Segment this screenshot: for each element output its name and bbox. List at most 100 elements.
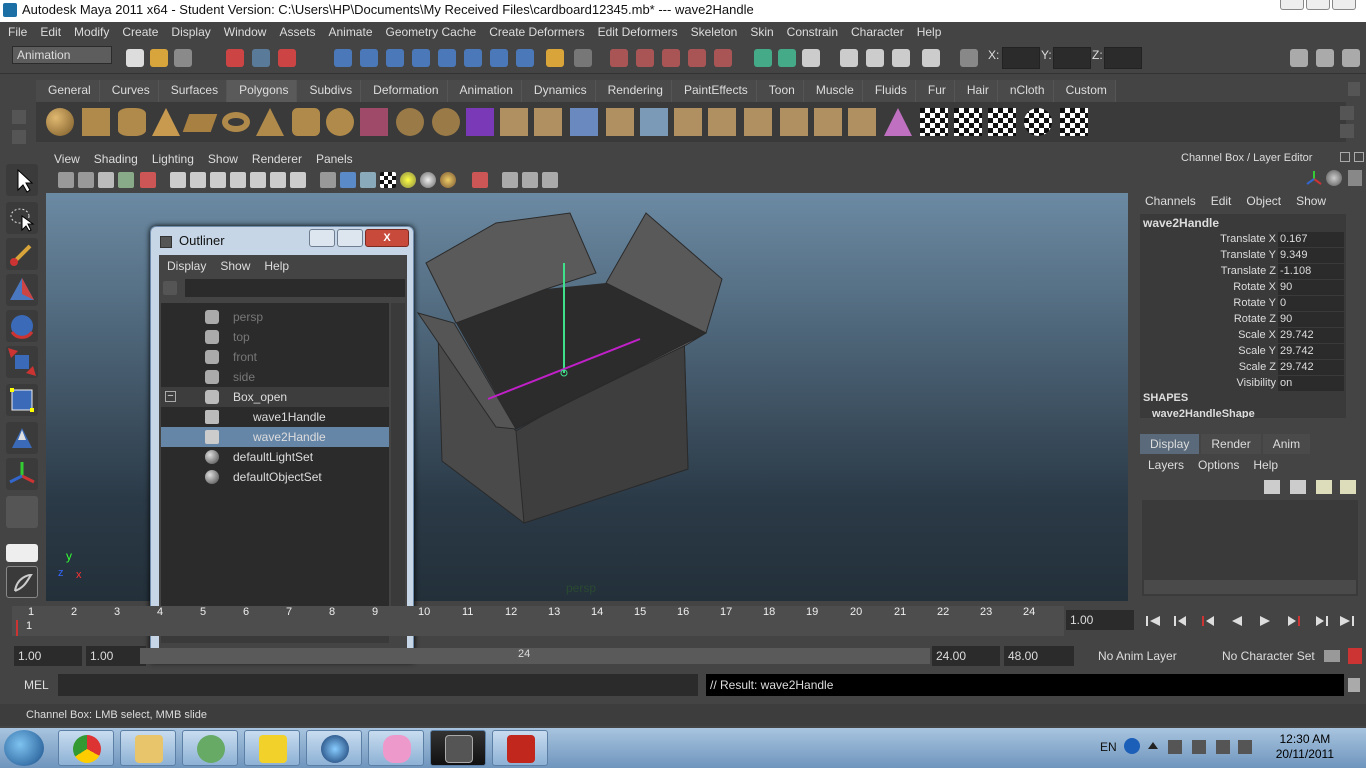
rotate-tool-icon[interactable] — [6, 310, 38, 342]
shelf-tab-muscle[interactable]: Muscle — [803, 80, 863, 102]
taskbar-chrome[interactable] — [58, 730, 114, 766]
taskbar-app-bird[interactable] — [244, 730, 300, 766]
attribute-editor-toggle-icon[interactable] — [1290, 49, 1308, 67]
smooth-icon[interactable] — [432, 108, 460, 136]
soft-modification-tool-icon[interactable] — [6, 422, 38, 454]
use-all-lights-icon[interactable] — [400, 172, 416, 188]
mask-misc-icon[interactable] — [516, 49, 534, 67]
new-scene-icon[interactable] — [126, 49, 144, 67]
taskbar-maya[interactable] — [430, 730, 486, 766]
channel-speed-icon[interactable] — [1326, 170, 1342, 186]
animation-preferences-icon[interactable] — [1348, 648, 1362, 664]
universal-manipulator-icon[interactable] — [6, 384, 38, 416]
bevel-icon[interactable] — [640, 108, 668, 136]
poly-sphere-icon[interactable] — [46, 108, 74, 136]
last-tool-used-icon[interactable] — [6, 496, 38, 528]
select-hierarchy-icon[interactable] — [226, 49, 244, 67]
render-view-icon[interactable] — [802, 49, 820, 67]
wireframe-on-shaded-icon[interactable] — [360, 172, 376, 188]
shelf-editor-icon[interactable] — [12, 130, 26, 144]
snap-view-plane-icon[interactable] — [688, 49, 706, 67]
input-field-mode-icon[interactable] — [960, 49, 978, 67]
layer-list-scrollbar[interactable] — [1144, 580, 1356, 594]
textured-icon[interactable] — [380, 172, 396, 188]
2d-pan-zoom-icon[interactable] — [140, 172, 156, 188]
outliner-item-defaultlightset[interactable]: defaultLightSet — [161, 447, 389, 467]
poly-pipe-icon[interactable] — [292, 108, 320, 136]
snap-grid-icon[interactable] — [610, 49, 628, 67]
outliner-item-top[interactable]: top — [161, 327, 389, 347]
menu-constrain[interactable]: Constrain — [787, 25, 838, 39]
hardware-texturing-icon[interactable] — [440, 172, 456, 188]
layer-menu-layers[interactable]: Layers — [1148, 458, 1184, 472]
shelf-tab-toon[interactable]: Toon — [756, 80, 804, 102]
panel-menu-show[interactable]: Show — [208, 152, 238, 166]
channel-row[interactable]: Translate Y 9.349 — [1140, 248, 1344, 264]
outliner-minimize-button[interactable] — [309, 229, 335, 247]
shelf-tab-custom[interactable]: Custom — [1053, 80, 1116, 102]
gate-mask-icon[interactable] — [230, 172, 246, 188]
channel-row[interactable]: Translate Z -1.108 — [1140, 264, 1344, 280]
help-tray-icon[interactable] — [1124, 738, 1140, 754]
shelf-tab-ncloth[interactable]: nCloth — [997, 80, 1054, 102]
taskbar-itunes[interactable] — [306, 730, 362, 766]
poly-torus-icon[interactable] — [222, 112, 250, 132]
step-back-frame-icon[interactable] — [1200, 614, 1218, 628]
select-camera-icon[interactable] — [58, 172, 74, 188]
shelf-tab-menu-icon[interactable] — [12, 110, 26, 124]
taskbar-messenger[interactable] — [182, 730, 238, 766]
layer-tab-render[interactable]: Render — [1201, 434, 1261, 454]
mirror-geometry-icon[interactable] — [466, 108, 494, 136]
resolution-gate-icon[interactable] — [210, 172, 226, 188]
channel-hyper-icon[interactable] — [1348, 170, 1362, 186]
go-to-end-icon[interactable] — [1338, 614, 1356, 628]
outliner-item-box-open[interactable]: − Box_open — [161, 387, 389, 407]
new-layer-selected-icon[interactable] — [1340, 480, 1356, 494]
poly-cube-icon[interactable] — [82, 108, 110, 136]
outliner-item-side[interactable]: side — [161, 367, 389, 387]
move-layer-up-icon[interactable] — [1264, 480, 1280, 494]
shape-node-name[interactable]: wave2HandleShape — [1152, 408, 1255, 418]
start-button[interactable] — [4, 730, 44, 766]
extrude-icon[interactable] — [500, 108, 528, 136]
auto-key-icon[interactable] — [1324, 650, 1340, 662]
show-hidden-icons-icon[interactable] — [1148, 742, 1158, 749]
separate-icon[interactable] — [396, 108, 424, 136]
menu-create[interactable]: Create — [122, 25, 158, 39]
channel-box-manip-icon[interactable] — [1306, 170, 1322, 186]
go-to-start-icon[interactable] — [1144, 614, 1162, 628]
channel-box-menu-show[interactable]: Show — [1296, 194, 1326, 208]
shelf-tab-painteffects[interactable]: PaintEffects — [671, 80, 757, 102]
film-gate-icon[interactable] — [190, 172, 206, 188]
mask-handles-icon[interactable] — [334, 49, 352, 67]
hypershade-icon[interactable] — [922, 49, 940, 67]
clock[interactable]: 12:30 AM 20/11/2011 — [1276, 732, 1334, 762]
safe-action-icon[interactable] — [270, 172, 286, 188]
battery-tray-icon[interactable] — [1216, 740, 1230, 754]
combine-icon[interactable] — [360, 108, 388, 136]
range-slider[interactable]: 24 — [140, 648, 930, 664]
shelf-tab-dynamics[interactable]: Dynamics — [521, 80, 596, 102]
command-input[interactable] — [58, 674, 698, 696]
layer-menu-options[interactable]: Options — [1198, 458, 1239, 472]
render-settings-icon[interactable] — [892, 49, 910, 67]
menu-geometry-cache[interactable]: Geometry Cache — [386, 25, 477, 39]
new-empty-layer-icon[interactable] — [1316, 480, 1332, 494]
append-polygon-icon[interactable] — [570, 108, 598, 136]
taskbar-explorer[interactable] — [120, 730, 176, 766]
network-tray-icon[interactable] — [1192, 740, 1206, 754]
channel-value[interactable]: -1.108 — [1278, 264, 1344, 279]
poly-plane-icon[interactable] — [182, 114, 218, 132]
menu-help[interactable]: Help — [917, 25, 942, 39]
sew-uv-edges-icon[interactable] — [988, 108, 1016, 136]
outliner-menu-show[interactable]: Show — [220, 259, 250, 273]
ipr-render-icon[interactable] — [866, 49, 884, 67]
channel-box-toggle-icon[interactable] — [1342, 49, 1360, 67]
mask-deformations-icon[interactable] — [438, 49, 456, 67]
uv-texture-editor-icon[interactable] — [884, 108, 912, 136]
channel-value[interactable]: 90 — [1278, 312, 1344, 327]
outliner-vertical-scrollbar[interactable] — [391, 303, 405, 625]
mask-joints-icon[interactable] — [360, 49, 378, 67]
menu-edit[interactable]: Edit — [40, 25, 61, 39]
menu-file[interactable]: File — [8, 25, 27, 39]
